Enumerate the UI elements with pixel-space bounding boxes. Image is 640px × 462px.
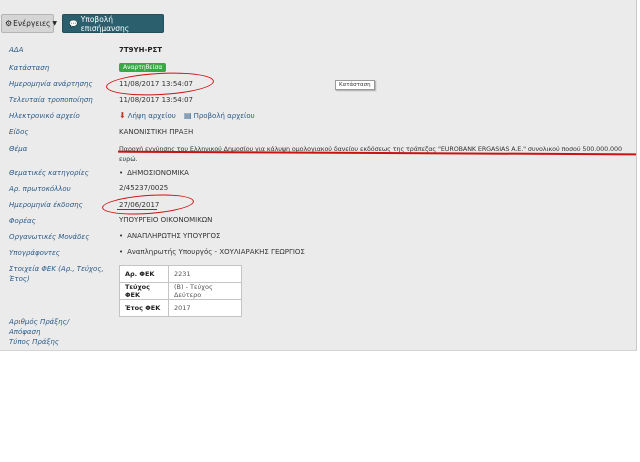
units-item: • ΑΝΑΠΛΗΡΩΤΗΣ ΥΠΟΥΡΓΟΣ [119, 232, 220, 241]
electronic-file-label: Ηλεκτρονικό αρχείο [9, 112, 80, 120]
actions-dropdown-button[interactable]: ⚙ Ενέργειες ▼ [1, 14, 58, 33]
fek-year-value: 2017 [168, 299, 242, 317]
categories-label: Θεματικές κατηγορίες [9, 169, 89, 177]
protocol-value: 2/45237/0025 [119, 184, 169, 192]
pdf-icon: ⬇ [119, 111, 126, 120]
status-badge: Αναρτηθείσα [119, 63, 167, 72]
subject-line-1: Παροχή εγγύησης του Ελληνικού Δημοσίου γ… [119, 145, 622, 153]
categories-item: • ΔΗΜΟΣΙΟΝΟΜΙΚΑ [119, 169, 189, 178]
act-number-label-line-1: Αριθμός Πράξης/ [9, 318, 70, 326]
fek-label-line-2: Έτος) [9, 275, 30, 283]
fek-number-value: 2231 [168, 265, 242, 283]
signers-item: • Αναπληρωτής Υπουργός - ΧΟΥΛΙΑΡΑΚΗΣ ΓΕΩΡ… [119, 248, 305, 257]
fek-issue-key: Τεύχος ΦΕΚ [119, 282, 169, 300]
issue-date-label: Ημερομηνία έκδοσης [9, 201, 83, 209]
bullet-icon: • [119, 169, 124, 177]
table-row: Έτος ΦΕΚ 2017 [119, 299, 242, 317]
act-number-label-line-2: Απόφαση [9, 328, 41, 336]
electronic-file-links: ⬇ Λήψη αρχείου ▤ Προβολή αρχείου [119, 111, 255, 121]
download-file-link[interactable]: Λήψη αρχείου [128, 112, 176, 120]
organization-value: ΥΠΟΥΡΓΕΙΟ ΟΙΚΟΝΟΜΙΚΩΝ [119, 216, 213, 224]
bullet-icon: • [119, 248, 124, 256]
fek-table: Αρ. ΦΕΚ 2231 Τεύχος ΦΕΚ (Β) - Τεύχος Δεύ… [119, 265, 242, 317]
signers-value: Αναπληρωτής Υπουργός - ΧΟΥΛΙΑΡΑΚΗΣ ΓΕΩΡΓ… [127, 248, 305, 256]
published-date-value: 11/08/2017 13:54:07 [119, 80, 194, 88]
units-label: Οργανωτικές Μονάδες [9, 233, 90, 241]
fek-year-key: Έτος ΦΕΚ [119, 299, 169, 317]
categories-value: ΔΗΜΟΣΙΟΝΟΜΙΚΑ [127, 169, 189, 177]
submit-report-label: Υποβολή επισήμανσης [80, 14, 130, 33]
modified-date-label: Τελευταία τροποποίηση [9, 96, 93, 104]
subject-label: Θέμα [9, 145, 28, 153]
document-icon: ▤ [184, 111, 192, 120]
comment-icon: 💬 [69, 19, 78, 28]
issue-date-value: 27/06/2017 [119, 201, 160, 209]
fek-label-line-1: Στοιχεία ΦΕΚ (Αρ., Τεύχος, [9, 265, 104, 273]
table-row: Αρ. ΦΕΚ 2231 [119, 265, 242, 283]
status-tooltip: Κατάσταση [335, 80, 375, 90]
table-row: Τεύχος ΦΕΚ (Β) - Τεύχος Δεύτερο [119, 282, 242, 300]
organization-label: Φορέας [9, 217, 36, 225]
units-value: ΑΝΑΠΛΗΡΩΤΗΣ ΥΠΟΥΡΓΟΣ [127, 232, 221, 240]
bullet-icon: • [119, 232, 124, 240]
status-cell: Αναρτηθείσα [119, 63, 167, 72]
act-type-label: Τύπος Πράξης [9, 338, 59, 346]
protocol-label: Αρ. πρωτοκόλλου [9, 185, 71, 193]
ada-label: ΑΔΑ [9, 46, 24, 54]
ada-value: 7Τ9ΥΗ-ΡΣΤ [119, 46, 163, 54]
fek-issue-value: (Β) - Τεύχος Δεύτερο [168, 282, 242, 300]
published-date-label: Ημερομηνία ανάρτησης [9, 80, 93, 88]
preview-file-link[interactable]: Προβολή αρχείου [194, 112, 255, 120]
signers-label: Υπογράφοντες [9, 249, 60, 257]
type-value: ΚΑΝΟΝΙΣΤΙΚΗ ΠΡΑΞΗ [119, 128, 194, 136]
subject-line-2: ευρώ. [119, 155, 138, 163]
caret-down-icon: ▼ [52, 20, 58, 27]
fek-number-key: Αρ. ΦΕΚ [119, 265, 169, 283]
modified-date-value: 11/08/2017 13:54:07 [119, 96, 194, 104]
type-label: Είδος [9, 128, 29, 136]
submit-report-button[interactable]: 💬 Υποβολή επισήμανσης [62, 14, 164, 33]
status-label: Κατάσταση [9, 64, 50, 72]
actions-label: Ενέργειες [13, 19, 51, 28]
gear-icon: ⚙ [5, 19, 13, 28]
decision-details-panel: ⚙ Ενέργειες ▼ 💬 Υποβολή επισήμανσης ΑΔΑ … [0, 0, 637, 351]
